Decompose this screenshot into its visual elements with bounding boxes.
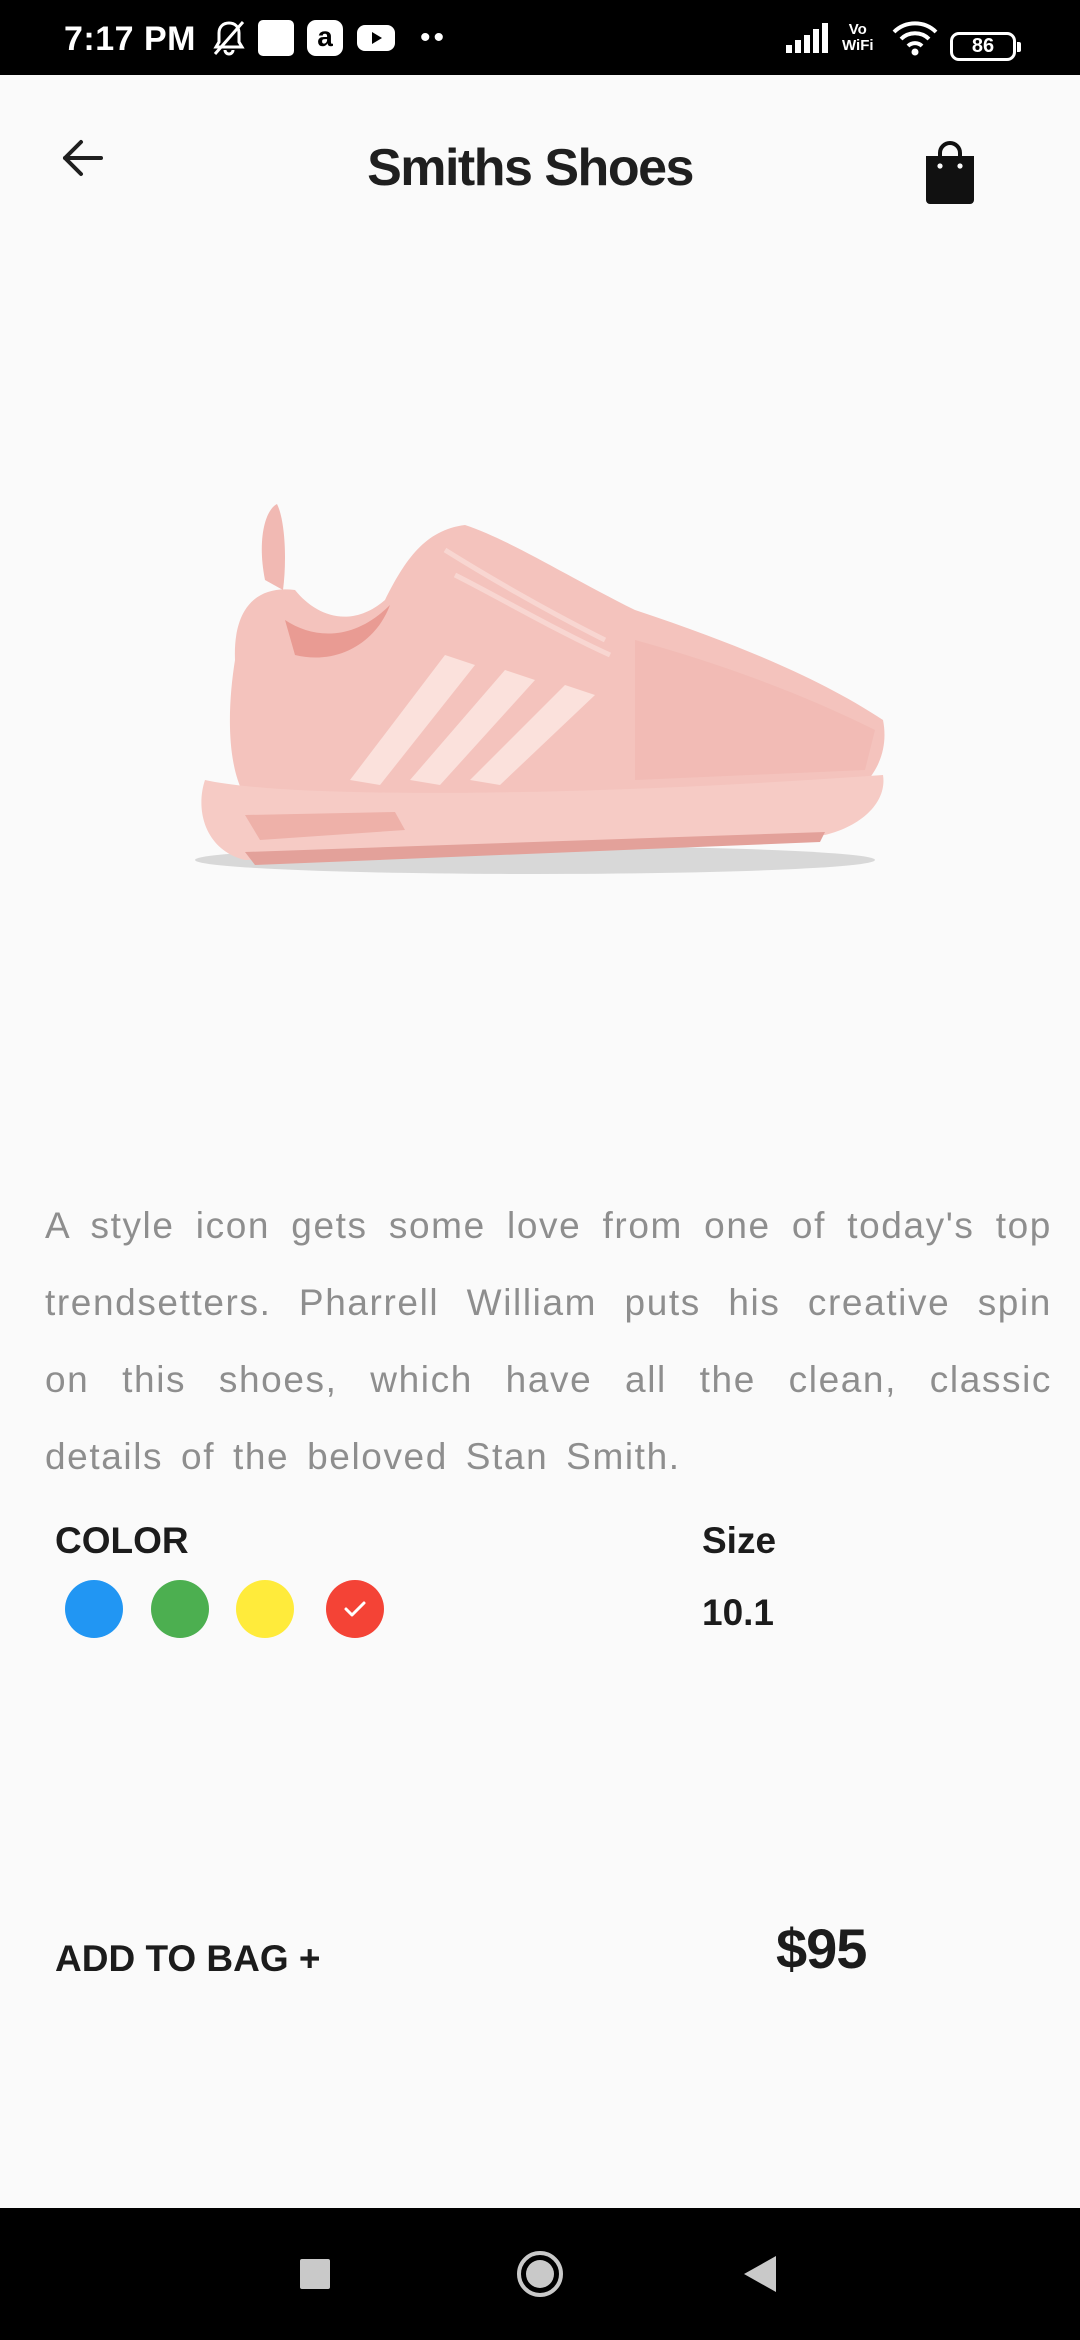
- color-swatch-green[interactable]: [151, 1580, 209, 1638]
- price: $95: [776, 1917, 867, 1980]
- mute-bell-icon: [212, 0, 246, 75]
- size-label: Size: [702, 1520, 777, 1561]
- more-notifications-icon: ••: [420, 20, 448, 54]
- product-description: A style icon gets some love from one of …: [45, 1205, 1052, 1477]
- color-swatch-yellow[interactable]: [236, 1580, 294, 1638]
- home-button[interactable]: [495, 2208, 585, 2340]
- add-to-bag-button[interactable]: ADD TO BAG +: [55, 1938, 321, 1980]
- status-bar: 7:17 PM a •• Vo WiFi 86: [0, 0, 1080, 75]
- system-nav-bar: [0, 2208, 1080, 2340]
- shopping-bag-icon: [926, 141, 974, 204]
- amazon-app-icon: a: [307, 0, 343, 75]
- recents-square-icon: [300, 2259, 330, 2289]
- home-circle-icon: [517, 2251, 563, 2297]
- product-image: [165, 480, 915, 900]
- shopping-bag-button[interactable]: [912, 130, 988, 216]
- page-title: Smiths Shoes: [367, 139, 694, 197]
- color-swatch-red[interactable]: [326, 1580, 384, 1638]
- app-notification-icon: [258, 0, 294, 75]
- pink-sneaker-image: [195, 504, 885, 874]
- status-time: 7:17 PM: [64, 20, 196, 58]
- color-label: COLOR: [55, 1520, 189, 1561]
- vowifi-icon: Vo WiFi: [842, 20, 874, 54]
- youtube-icon: [356, 0, 396, 75]
- back-nav-button[interactable]: [715, 2208, 805, 2340]
- back-triangle-icon: [744, 2256, 776, 2292]
- wifi-icon: [892, 0, 938, 75]
- check-icon: [344, 1601, 366, 1617]
- signal-icon: [786, 0, 830, 75]
- battery-indicator: 86: [950, 32, 1021, 61]
- color-swatch-blue[interactable]: [65, 1580, 123, 1638]
- size-value[interactable]: 10.1: [702, 1592, 774, 1634]
- recents-button[interactable]: [270, 2208, 360, 2340]
